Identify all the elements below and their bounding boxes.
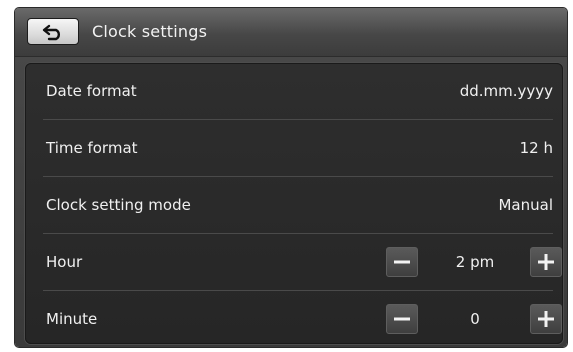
setting-value: dd.mm.yyyy bbox=[459, 82, 553, 100]
minute-value: 0 bbox=[470, 310, 480, 328]
hour-decrement-button[interactable] bbox=[386, 247, 418, 277]
setting-row-time-format[interactable]: Time format 12 h bbox=[25, 120, 563, 177]
stepper-label: Hour bbox=[46, 253, 83, 271]
setting-value: 12 h bbox=[519, 139, 553, 157]
return-arrow-icon bbox=[40, 23, 66, 41]
stepper-row-minute: Minute 0 bbox=[25, 291, 563, 344]
setting-row-clock-setting-mode[interactable]: Clock setting mode Manual bbox=[25, 177, 563, 234]
settings-list: Date format dd.mm.yyyy Time format 12 h … bbox=[25, 63, 563, 344]
setting-label: Clock setting mode bbox=[46, 196, 191, 214]
clock-settings-screen: Clock settings Date format dd.mm.yyyy Ti… bbox=[15, 8, 567, 347]
stepper-label: Minute bbox=[46, 310, 98, 328]
hour-increment-button[interactable] bbox=[530, 247, 562, 277]
plus-icon bbox=[537, 310, 555, 328]
minute-decrement-button[interactable] bbox=[386, 304, 418, 334]
hour-value: 2 pm bbox=[455, 253, 495, 271]
stepper-row-hour: Hour 2 pm bbox=[25, 234, 563, 291]
setting-value: Manual bbox=[498, 196, 553, 214]
setting-row-date-format[interactable]: Date format dd.mm.yyyy bbox=[25, 63, 563, 120]
setting-label: Date format bbox=[46, 82, 137, 100]
header-bar: Clock settings bbox=[15, 8, 567, 57]
minus-icon bbox=[393, 310, 411, 328]
page-title: Clock settings bbox=[92, 22, 208, 41]
plus-icon bbox=[537, 253, 555, 271]
minus-icon bbox=[393, 253, 411, 271]
minute-increment-button[interactable] bbox=[530, 304, 562, 334]
setting-label: Time format bbox=[46, 139, 138, 157]
back-button[interactable] bbox=[27, 18, 79, 45]
